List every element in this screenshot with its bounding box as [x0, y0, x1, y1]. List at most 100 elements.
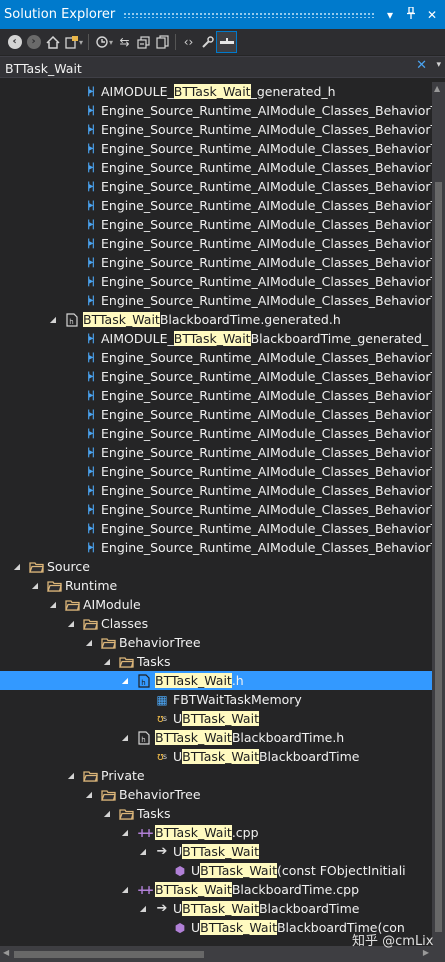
- tree-row[interactable]: |▸| Engine_Source_Runtime_AIModule_Classe…: [0, 519, 432, 538]
- show-all-files-icon[interactable]: [153, 32, 172, 52]
- tree-folder-row[interactable]: ◢ Classes: [0, 614, 432, 633]
- expand-arrow-icon[interactable]: ◢: [101, 652, 113, 671]
- search-options-dropdown-icon[interactable]: ▾: [436, 60, 441, 70]
- tree-row[interactable]: |▸| Engine_Source_Runtime_AIModule_Classe…: [0, 462, 432, 481]
- tree-row-label: Classes: [101, 614, 148, 633]
- tree-row[interactable]: ◢ ➔ UBTTask_WaitBlackboardTime: [0, 899, 432, 918]
- tree-folder-row[interactable]: ◢ Runtime: [0, 576, 432, 595]
- expand-arrow-icon[interactable]: ◢: [83, 785, 95, 804]
- tree-row[interactable]: |▸| Engine_Source_Runtime_AIModule_Classe…: [0, 405, 432, 424]
- tree-folder-row[interactable]: ◢ Source: [0, 557, 432, 576]
- vertical-scroll-thumb[interactable]: [435, 182, 442, 932]
- tree-row[interactable]: |▸| Engine_Source_Runtime_AIModule_Classe…: [0, 348, 432, 367]
- pin-icon[interactable]: [403, 6, 419, 22]
- clear-search-icon[interactable]: ✕: [416, 58, 427, 73]
- label-text: BehaviorTree: [119, 787, 201, 802]
- tree-row[interactable]: |▸| Engine_Source_Runtime_AIModule_Classe…: [0, 215, 432, 234]
- horizontal-scroll-thumb[interactable]: [14, 951, 204, 958]
- expand-arrow-icon[interactable]: ◢: [119, 728, 131, 747]
- folder-icon: [46, 578, 62, 593]
- expand-arrow-icon[interactable]: ◢: [65, 766, 77, 785]
- tree-row[interactable]: |▸| AIMODULE_BTTask_WaitBlackboardTime_ge…: [0, 329, 432, 348]
- collapse-all-icon[interactable]: [134, 32, 153, 52]
- label-text: .h: [231, 673, 244, 688]
- tree-folder-row[interactable]: ◢ Tasks: [0, 652, 432, 671]
- tree-folder-row[interactable]: ◢ Private: [0, 766, 432, 785]
- expand-arrow-icon[interactable]: ◢: [119, 671, 131, 690]
- tree-row[interactable]: ʊ s UBTTask_Wait: [0, 709, 432, 728]
- tree-row-label: AIMODULE_BTTask_Wait_generated_h: [101, 82, 336, 101]
- tree-row-label: Engine_Source_Runtime_AIModule_Classes_B…: [101, 196, 432, 215]
- tree-row[interactable]: ◢ h BTTask_Wait.h: [0, 671, 432, 690]
- tree-row-label: Private: [101, 766, 145, 785]
- expand-arrow-icon[interactable]: ◢: [83, 633, 95, 652]
- switch-views-caret-icon[interactable]: ▾: [79, 38, 83, 47]
- tree-row[interactable]: |▸| Engine_Source_Runtime_AIModule_Classe…: [0, 177, 432, 196]
- expand-arrow-icon[interactable]: ◢: [101, 804, 113, 823]
- tree-row-label: UBTTask_Wait: [173, 842, 259, 861]
- tree-row[interactable]: |▸| Engine_Source_Runtime_AIModule_Classe…: [0, 291, 432, 310]
- tree-folder-row[interactable]: ◢ BehaviorTree: [0, 785, 432, 804]
- view-code-icon[interactable]: ‹›: [179, 32, 198, 52]
- expand-arrow-icon[interactable]: ◢: [137, 842, 149, 861]
- tree-row[interactable]: |▸| Engine_Source_Runtime_AIModule_Classe…: [0, 538, 432, 557]
- scroll-left-icon[interactable]: ◀: [3, 948, 9, 957]
- back-icon[interactable]: ‹: [5, 32, 24, 52]
- folder-icon: [64, 597, 80, 612]
- tree-row[interactable]: ◢ ++ BTTask_WaitBlackboardTime.cpp: [0, 880, 432, 899]
- tree-row[interactable]: ⬢ UBTTask_Wait(const FObjectInitiali: [0, 861, 432, 880]
- tree-folder-row[interactable]: ◢ BehaviorTree: [0, 633, 432, 652]
- solution-tree: |▸| AIMODULE_BTTask_Wait_generated_h |▸| En…: [0, 82, 432, 946]
- tree-row[interactable]: |▸| Engine_Source_Runtime_AIModule_Classe…: [0, 158, 432, 177]
- drag-grip[interactable]: [123, 11, 374, 18]
- expand-arrow-icon[interactable]: ◢: [47, 595, 59, 614]
- tree-row[interactable]: ◢ ++ BTTask_Wait.cpp: [0, 823, 432, 842]
- tree-row[interactable]: ◢ ➔ UBTTask_Wait: [0, 842, 432, 861]
- tree-row[interactable]: |▸| Engine_Source_Runtime_AIModule_Classe…: [0, 481, 432, 500]
- tree-row[interactable]: |▸| Engine_Source_Runtime_AIModule_Classe…: [0, 386, 432, 405]
- expand-arrow-icon[interactable]: ◢: [29, 576, 41, 595]
- tree-row[interactable]: |▸| Engine_Source_Runtime_AIModule_Classe…: [0, 253, 432, 272]
- pending-changes-caret-icon[interactable]: ▾: [109, 38, 113, 47]
- tree-row[interactable]: ▦ FBTWaitTaskMemory: [0, 690, 432, 709]
- tree-row-label: BTTask_WaitBlackboardTime.h: [155, 728, 344, 747]
- tree-row[interactable]: |▸| Engine_Source_Runtime_AIModule_Classe…: [0, 139, 432, 158]
- close-icon[interactable]: ✕: [424, 8, 440, 22]
- tree-row[interactable]: ◢ h BTTask_WaitBlackboardTime.h: [0, 728, 432, 747]
- tree-folder-row[interactable]: ◢ AIModule: [0, 595, 432, 614]
- tree-row[interactable]: |▸| Engine_Source_Runtime_AIModule_Classe…: [0, 424, 432, 443]
- expand-arrow-icon[interactable]: ◢: [119, 823, 131, 842]
- forward-icon[interactable]: ›: [24, 32, 43, 52]
- tree-row[interactable]: |▸| Engine_Source_Runtime_AIModule_Classe…: [0, 272, 432, 291]
- vertical-scrollbar[interactable]: ▲: [432, 82, 445, 946]
- expand-arrow-icon[interactable]: ◢: [65, 614, 77, 633]
- scroll-right-icon[interactable]: ▶: [423, 948, 429, 957]
- macro-icon: |▸|: [86, 466, 95, 477]
- tree-row[interactable]: |▸| Engine_Source_Runtime_AIModule_Classe…: [0, 101, 432, 120]
- tree-row[interactable]: |▸| Engine_Source_Runtime_AIModule_Classe…: [0, 500, 432, 519]
- tree-row[interactable]: |▸| Engine_Source_Runtime_AIModule_Classe…: [0, 367, 432, 386]
- expand-arrow-icon[interactable]: ◢: [11, 557, 23, 576]
- preview-icon[interactable]: [216, 31, 238, 53]
- properties-icon[interactable]: [198, 32, 217, 52]
- search-box: ✕ ▾: [0, 56, 445, 79]
- home-icon[interactable]: [43, 32, 62, 52]
- tree-row[interactable]: |▸| Engine_Source_Runtime_AIModule_Classe…: [0, 234, 432, 253]
- tree-folder-row[interactable]: ◢ Tasks: [0, 804, 432, 823]
- tree-row[interactable]: |▸| AIMODULE_BTTask_Wait_generated_h: [0, 82, 432, 101]
- scroll-up-icon[interactable]: ▲: [434, 84, 440, 93]
- tree-row[interactable]: ʊ s UBTTask_WaitBlackboardTime: [0, 747, 432, 766]
- expand-arrow-icon[interactable]: ◢: [137, 899, 149, 918]
- expand-arrow-icon[interactable]: ◢: [47, 310, 59, 329]
- tree-row[interactable]: |▸| Engine_Source_Runtime_AIModule_Classe…: [0, 120, 432, 139]
- sync-icon[interactable]: ⇆: [115, 32, 134, 52]
- class-reference-icon: ➔: [156, 844, 168, 859]
- tree-row[interactable]: |▸| Engine_Source_Runtime_AIModule_Classe…: [0, 196, 432, 215]
- tree-row-label: BTTask_Wait.cpp: [155, 823, 259, 842]
- tree-row[interactable]: |▸| Engine_Source_Runtime_AIModule_Classe…: [0, 443, 432, 462]
- dropdown-icon[interactable]: ▾: [382, 8, 398, 22]
- tree-row[interactable]: ◢ h BTTask_WaitBlackboardTime.generated.h: [0, 310, 432, 329]
- search-input[interactable]: [0, 57, 412, 79]
- expand-arrow-icon[interactable]: ◢: [119, 880, 131, 899]
- macro-icon: |▸|: [86, 390, 95, 401]
